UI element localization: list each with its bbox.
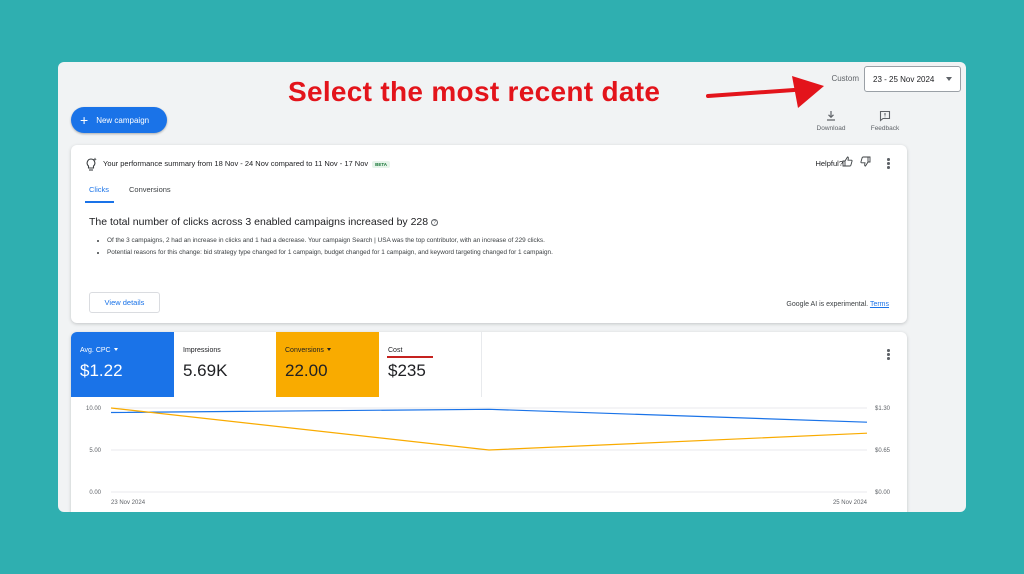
new-campaign-label: New campaign [96, 115, 150, 125]
download-label: Download [816, 125, 846, 132]
right-axis-tick: $0.00 [875, 490, 891, 496]
left-axis-tick: 10.00 [86, 406, 102, 412]
date-range-value: 23 - 25 Nov 2024 [873, 74, 935, 84]
app-window: Select the most recent date Custom 23 - … [58, 62, 966, 512]
date-range-label: Custom [831, 74, 859, 83]
download-icon [827, 111, 835, 121]
cost-metric-indicator [387, 356, 433, 358]
ai-experimental-note: Google AI is experimental. Terms [786, 301, 889, 308]
thumbs-up-icon[interactable] [842, 156, 853, 167]
dropdown-caret-icon [946, 77, 952, 81]
helpful-label: Helpful? [815, 159, 843, 168]
performance-line-chart: 10.00 $1.30 5.00 $0.65 0.00 $0.00 23 Nov 2024 2… [86, 406, 891, 506]
date-range-picker[interactable]: 23 - 25 Nov 2024 [864, 66, 961, 92]
annotation-text: Select the most recent date [288, 76, 661, 107]
metric-value: $1.22 [80, 361, 123, 380]
beta-badge: BETA [372, 160, 391, 168]
right-axis-tick: $0.65 [875, 448, 891, 454]
thumbs-down-icon[interactable] [860, 156, 871, 167]
metric-impressions[interactable]: Impressions 5.69K [174, 332, 277, 397]
summary-title: The total number of clicks across 3 enab… [89, 216, 439, 228]
terms-link[interactable]: Terms [870, 301, 889, 308]
lightbulb-icon [86, 157, 97, 171]
dropdown-caret-icon [326, 348, 331, 351]
metric-cost[interactable]: Cost $235 [379, 332, 482, 397]
dropdown-caret-icon [113, 348, 118, 351]
summary-heading-text: Your performance summary from 18 Nov - 2… [103, 159, 369, 168]
feedback-label: Feedback [870, 125, 900, 132]
feedback-icon [879, 110, 891, 122]
plus-icon: + [80, 112, 89, 128]
series-line-conversions [110, 407, 868, 451]
new-campaign-button[interactable]: + New campaign [71, 107, 167, 133]
metric-value: 22.00 [285, 361, 328, 380]
right-axis-tick: $1.30 [875, 406, 891, 412]
metric-value: 5.69K [183, 361, 228, 380]
active-tab-indicator [85, 201, 114, 203]
x-axis-tick: 25 Nov 2024 [833, 500, 868, 506]
left-axis-tick: 0.00 [89, 490, 101, 496]
summary-bullet: Potential reasons for this change: bid s… [107, 247, 553, 259]
metric-value: $235 [388, 361, 426, 380]
help-icon[interactable]: ? [431, 219, 439, 226]
tab-clicks[interactable]: Clicks [89, 185, 109, 194]
metric-conversions[interactable]: Conversions 22.00 [276, 332, 379, 397]
metrics-chart-card: Avg. CPC $1.22 Impressions 5.69K Convers… [71, 332, 907, 512]
metric-label: Impressions [183, 347, 221, 354]
performance-summary-card: Your performance summary from 18 Nov - 2… [71, 145, 907, 323]
x-axis-tick: 23 Nov 2024 [111, 500, 146, 506]
metric-label: Conversions [285, 347, 324, 354]
chart-more-icon[interactable] [887, 349, 890, 361]
download-button[interactable]: Download [811, 110, 851, 132]
tab-conversions[interactable]: Conversions [129, 185, 171, 194]
metric-label: Cost [388, 347, 403, 354]
view-details-button[interactable]: View details [89, 292, 160, 313]
annotation-arrow [706, 76, 824, 108]
summary-heading: Your performance summary from 18 Nov - 2… [103, 159, 391, 168]
summary-title-text: The total number of clicks across 3 enab… [89, 216, 429, 228]
summary-more-icon[interactable] [887, 158, 890, 170]
metric-avg-cpc[interactable]: Avg. CPC $1.22 [71, 332, 174, 397]
summary-bullet-list: Of the 3 campaigns, 2 had an increase in… [107, 235, 553, 258]
left-axis-tick: 5.00 [89, 448, 101, 454]
metric-label: Avg. CPC [80, 347, 111, 354]
feedback-button[interactable]: Feedback [865, 110, 905, 132]
ai-note-text: Google AI is experimental. [786, 301, 869, 308]
summary-bullet: Of the 3 campaigns, 2 had an increase in… [107, 235, 553, 247]
